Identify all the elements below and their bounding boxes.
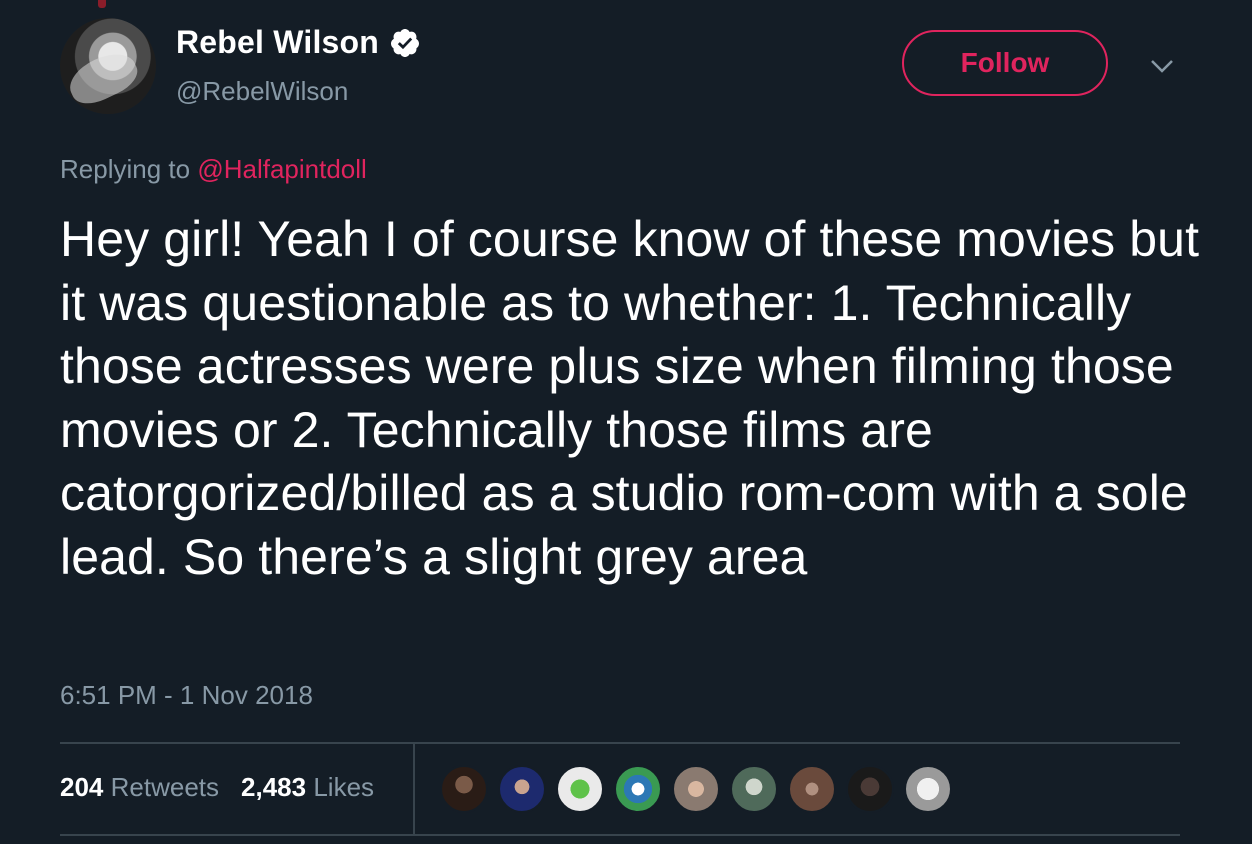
- liker-avatar[interactable]: [904, 765, 952, 813]
- chevron-down-icon[interactable]: [1150, 56, 1174, 76]
- liker-avatar[interactable]: [614, 765, 662, 813]
- liker-avatar[interactable]: [730, 765, 778, 813]
- liker-avatar[interactable]: [846, 765, 894, 813]
- liker-avatar[interactable]: [672, 765, 720, 813]
- reply-mention-link[interactable]: @Halfapintdoll: [197, 154, 366, 184]
- liker-avatar[interactable]: [556, 765, 604, 813]
- liker-avatars: [440, 765, 962, 813]
- verified-badge-icon: [391, 28, 420, 57]
- likes-label: Likes: [313, 772, 375, 802]
- likes-count: 2,483: [241, 772, 307, 802]
- reply-prefix: Replying to: [60, 154, 191, 184]
- liker-avatar[interactable]: [788, 765, 836, 813]
- author-avatar[interactable]: [60, 18, 156, 114]
- retweets-count: 204: [60, 772, 104, 802]
- author-display-name[interactable]: Rebel Wilson: [176, 24, 379, 61]
- author-handle[interactable]: @RebelWilson: [176, 76, 348, 107]
- retweets-label: Retweets: [110, 772, 220, 802]
- reply-context: Replying to @Halfapintdoll: [60, 154, 367, 185]
- author-name-row: Rebel Wilson: [176, 24, 421, 61]
- divider-bottom: [60, 834, 1180, 836]
- retweets-stat[interactable]: 204 Retweets: [60, 772, 219, 803]
- divider-vertical: [413, 744, 415, 834]
- tweet-text: Hey girl! Yeah I of course know of these…: [60, 211, 1200, 585]
- divider-top: [60, 742, 1180, 744]
- tweet-timestamp[interactable]: 6:51 PM - 1 Nov 2018: [60, 680, 313, 711]
- top-edge-mark: [98, 0, 106, 8]
- liker-avatar[interactable]: [498, 765, 546, 813]
- follow-button[interactable]: Follow: [902, 30, 1108, 96]
- liker-avatar[interactable]: [440, 765, 488, 813]
- tweet-stats: 204 Retweets 2,483 Likes: [60, 772, 374, 803]
- likes-stat[interactable]: 2,483 Likes: [241, 772, 374, 803]
